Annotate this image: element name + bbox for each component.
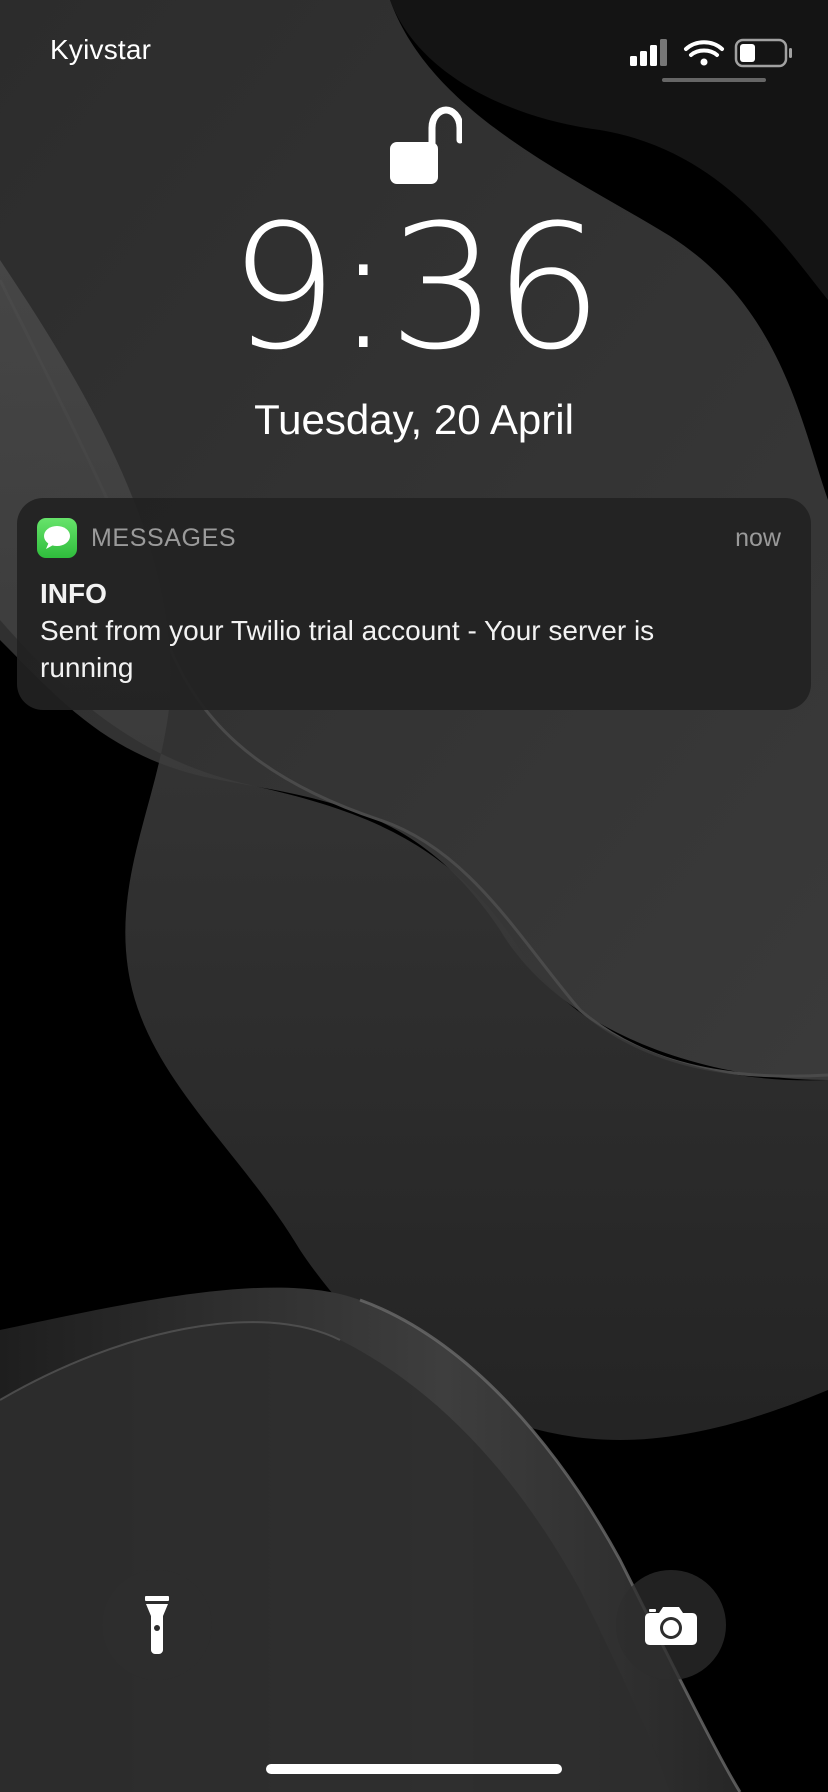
- battery-icon: [734, 38, 792, 68]
- messages-notification[interactable]: MESSAGES now INFO Sent from your Twilio …: [17, 498, 811, 710]
- cellular-signal-icon: [630, 39, 667, 66]
- control-center-indicator[interactable]: [662, 78, 766, 82]
- flashlight-icon: [145, 1596, 169, 1654]
- messages-app-icon: [37, 518, 77, 558]
- unlocked-padlock-icon: [390, 106, 462, 184]
- status-icons: [630, 38, 792, 68]
- carrier-name: Kyivstar: [50, 34, 152, 65]
- lock-screen: Kyivstar 9:36 Tuesday, 20 April MESSAGES…: [0, 0, 828, 1792]
- notification-title: INFO: [40, 578, 107, 609]
- lock-date: Tuesday, 20 April: [254, 396, 574, 443]
- camera-icon: [645, 1607, 697, 1645]
- notification-body: Sent from your Twilio trial account - Yo…: [40, 615, 655, 683]
- camera-button[interactable]: [616, 1570, 726, 1680]
- flashlight-button[interactable]: [102, 1570, 212, 1680]
- wifi-icon: [684, 40, 724, 66]
- home-indicator[interactable]: [266, 1764, 562, 1774]
- lock-time: 9:36: [228, 187, 603, 388]
- notification-app-name: MESSAGES: [91, 524, 237, 552]
- notification-time: now: [735, 524, 781, 552]
